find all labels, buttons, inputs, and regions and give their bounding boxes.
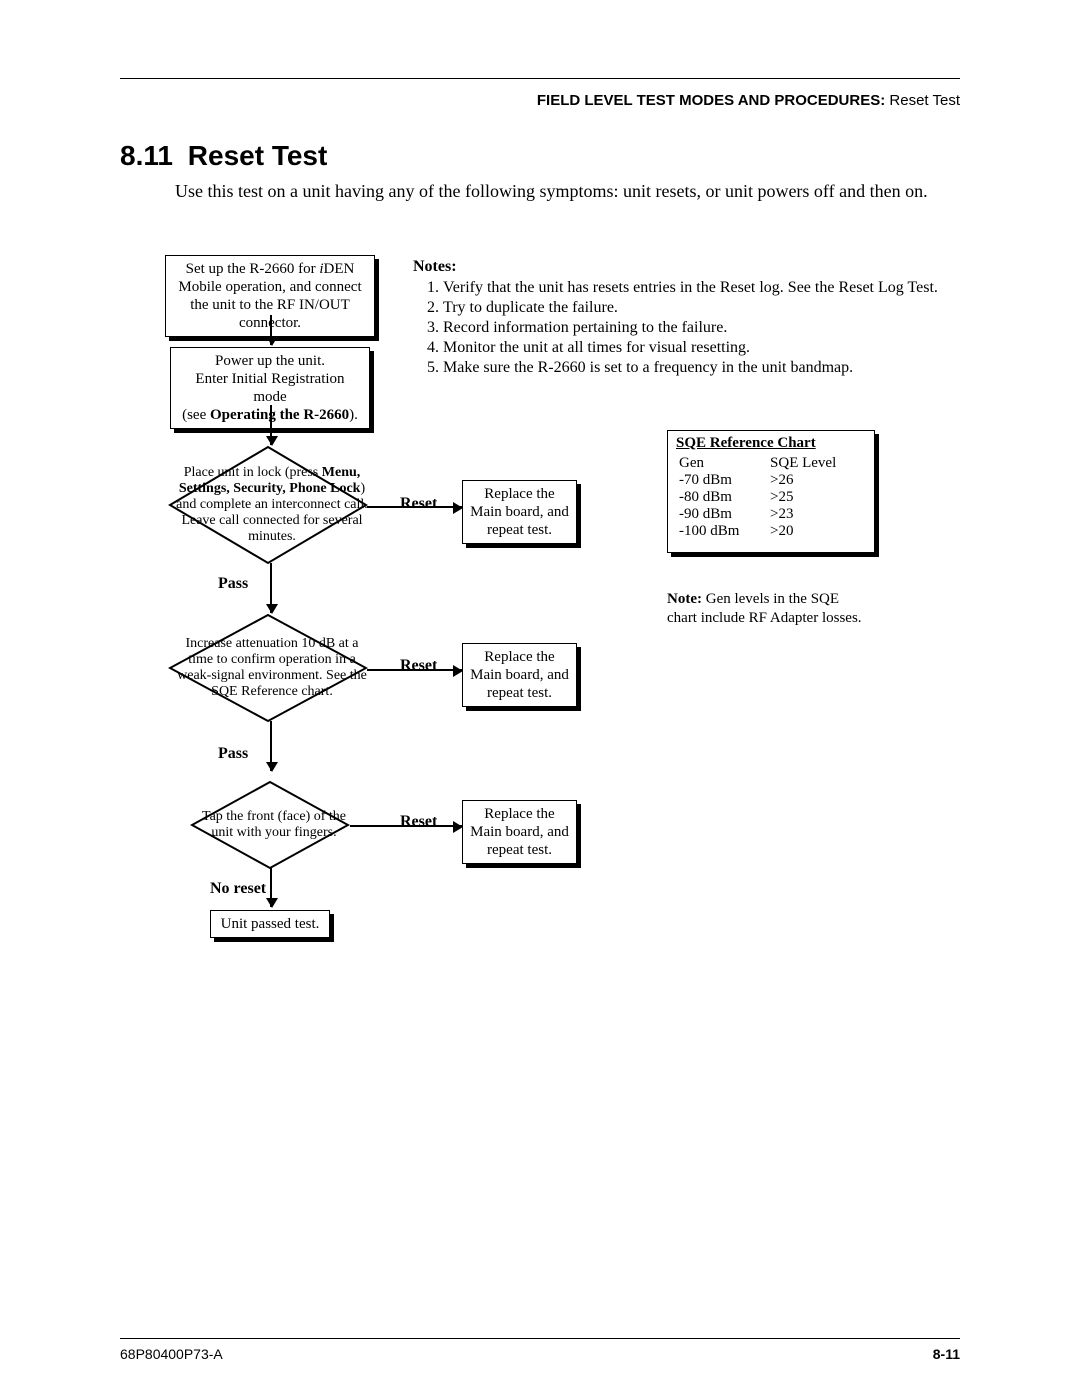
footer-rule	[120, 1338, 960, 1339]
section-heading: 8.11 Reset Test	[120, 140, 327, 172]
notes-block: Notes: Verify that the unit has resets e…	[413, 258, 955, 379]
flow-replace-2: Replace the Main board, and repeat test.	[462, 643, 577, 707]
list-item: Monitor the unit at all times for visual…	[443, 339, 955, 357]
table-row: Gen SQE Level	[676, 455, 866, 472]
flow-replace-1-box: Replace the Main board, and repeat test.	[462, 480, 577, 544]
notes-heading: Notes:	[413, 258, 955, 276]
flow-step-passed: Unit passed test.	[210, 910, 330, 938]
col-sqe: SQE Level	[767, 455, 866, 472]
list-item: Record information pertaining to the fai…	[443, 319, 955, 337]
arrow-down-icon	[270, 563, 272, 613]
flow-decision-tap: Tap the front (face) of the unit with yo…	[190, 780, 350, 870]
list-item: Verify that the unit has resets entries …	[443, 279, 955, 297]
edge-pass-1: Pass	[218, 575, 248, 593]
header-chapter: FIELD LEVEL TEST MODES AND PROCEDURES:	[537, 92, 885, 109]
flow-decision-attenuation: Increase attenuation 10 dB at a time to …	[168, 613, 368, 723]
sqe-reference-chart: SQE Reference Chart Gen SQE Level -70 dB…	[667, 430, 875, 553]
edge-reset-2: Reset	[400, 657, 437, 675]
flow-replace-3-box: Replace the Main board, and repeat test.	[462, 800, 577, 864]
arrow-right-icon	[367, 506, 462, 508]
flow-replace-2-box: Replace the Main board, and repeat test.	[462, 643, 577, 707]
flow-step-passed-box: Unit passed test.	[210, 910, 330, 938]
col-gen: Gen	[676, 455, 767, 472]
section-number: 8.11	[120, 140, 180, 172]
sqe-table: Gen SQE Level -70 dBm>26 -80 dBm>25 -90 …	[676, 455, 866, 540]
intro-paragraph: Use this test on a unit having any of th…	[175, 180, 960, 203]
section-title: Reset Test	[188, 140, 328, 171]
list-item: Make sure the R-2660 is set to a frequen…	[443, 359, 955, 377]
arrow-down-icon	[270, 315, 272, 345]
arrow-down-icon	[270, 721, 272, 771]
flow-replace-1: Replace the Main board, and repeat test.	[462, 480, 577, 544]
list-item: Try to duplicate the failure.	[443, 299, 955, 317]
flow-replace-3: Replace the Main board, and repeat test.	[462, 800, 577, 864]
table-row: -90 dBm>23	[676, 506, 866, 523]
page-footer: 68P80400P73-A 8-11	[120, 1346, 960, 1362]
running-header: FIELD LEVEL TEST MODES AND PROCEDURES: R…	[120, 92, 960, 109]
edge-reset-3: Reset	[400, 813, 437, 831]
notes-list: Verify that the unit has resets entries …	[413, 279, 955, 377]
edge-noreset: No reset	[210, 880, 266, 898]
sqe-note: Note: Gen levels in the SQE chart includ…	[667, 590, 867, 628]
flow-decision-lock: Place unit in lock (press Menu, Settings…	[168, 445, 368, 565]
doc-number: 68P80400P73-A	[120, 1346, 223, 1362]
sqe-title: SQE Reference Chart	[676, 435, 866, 452]
table-row: -70 dBm>26	[676, 472, 866, 489]
header-page-name: Reset Test	[885, 92, 960, 109]
edge-reset-1: Reset	[400, 495, 437, 513]
table-row: -80 dBm>25	[676, 489, 866, 506]
arrow-right-icon	[367, 669, 462, 671]
header-rule	[120, 78, 960, 79]
arrow-down-icon	[270, 867, 272, 907]
arrow-down-icon	[270, 405, 272, 445]
table-row: -100 dBm>20	[676, 523, 866, 540]
page-number: 8-11	[933, 1346, 960, 1362]
edge-pass-2: Pass	[218, 745, 248, 763]
arrow-right-icon	[350, 825, 462, 827]
